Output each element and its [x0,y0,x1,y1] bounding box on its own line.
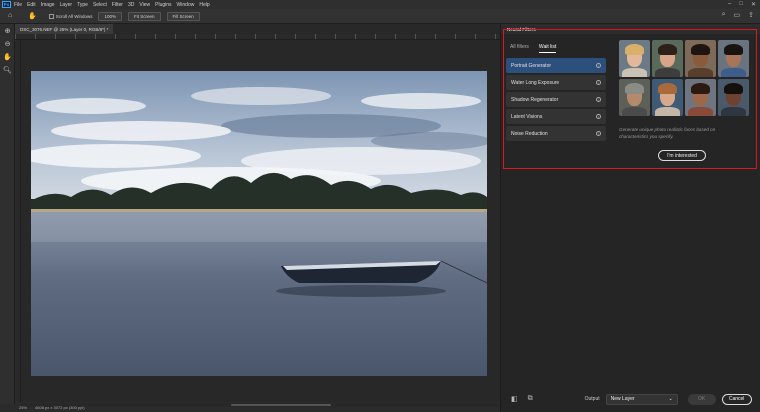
output-select[interactable]: New Layer ⌄ [605,393,678,405]
face-thumbnail [718,79,749,116]
filter-item-label: Portrait Generator [511,62,552,69]
workspace-icon[interactable]: ▭ [734,11,741,19]
minimize-icon[interactable]: – [728,1,731,8]
info-icon[interactable]: i [596,63,601,68]
face-thumbnail [685,40,716,77]
menu-edit[interactable]: Edit [27,2,36,8]
scrollbar-thumb[interactable] [231,404,331,406]
info-icon[interactable]: i [596,80,601,85]
filter-item-label: Shadow Regenerator [511,96,559,103]
zoom-in-icon[interactable]: ⊕ [0,24,15,37]
share-icon[interactable]: ⇪ [748,11,754,19]
output-label: Output [584,396,600,402]
tools-panel: ⊕ ⊖ ✋ 🔍︎ [0,24,15,404]
menu-filter[interactable]: Filter [112,2,123,8]
canvas-area[interactable] [21,40,500,402]
info-icon[interactable]: i [596,131,601,136]
ok-button[interactable]: OK [687,393,716,405]
scroll-all-windows-checkbox[interactable]: Scroll All Windows [48,13,93,19]
im-interested-button[interactable]: I'm interested [658,150,706,161]
face-thumbnail [619,40,650,77]
status-bar: 25% 4608 px x 3072 px (300 ppi) [15,403,215,412]
document-image[interactable] [31,71,487,376]
info-icon[interactable]: i [596,114,601,119]
menu-select[interactable]: Select [93,2,107,8]
photoshop-window: Ps File Edit Image Layer Type Select Fil… [0,0,760,412]
menu-bar: Ps File Edit Image Layer Type Select Fil… [0,0,760,9]
filters-tabs: All filters Wait list [506,40,609,56]
close-icon[interactable]: ✕ [751,1,756,8]
filter-item-portrait-generator[interactable]: Portrait Generator i [506,58,606,73]
menu-window[interactable]: Window [177,2,195,8]
options-bar: ⌂ ✋ Scroll All Windows 100% Fit Screen F… [0,9,760,24]
neural-filters-panel: Neural Filters All filters Wait list Por… [500,24,760,412]
document-tab[interactable]: DSC_3076.NEF @ 25% (Layer 0, RGB/8*) * [15,24,114,34]
filters-list-pane: All filters Wait list Portrait Generator… [506,40,609,180]
window-controls: – □ ✕ [728,1,756,8]
hand-icon[interactable]: ✋ [0,50,15,63]
document-tab-bar: DSC_3076.NEF @ 25% (Layer 0, RGB/8*) * [15,24,500,34]
face-thumbnail [718,40,749,77]
compare-icon[interactable]: ◧ [511,395,518,403]
menu-file[interactable]: File [14,2,22,8]
status-zoom[interactable]: 25% [19,405,27,410]
menu-plugins[interactable]: Plugins [155,2,171,8]
info-icon[interactable]: i [596,97,601,102]
filter-item-shadow-regenerator[interactable]: Shadow Regenerator i [506,92,606,107]
filter-item-latent-visions[interactable]: Latent Visions i [506,109,606,124]
menu-3d[interactable]: 3D [128,2,134,8]
layers-icon[interactable]: ⧉ [528,395,533,403]
cancel-button[interactable]: Cancel [721,393,752,405]
menu-help[interactable]: Help [199,2,209,8]
search-icon[interactable]: ⌕ [722,11,726,19]
face-thumbnail [685,79,716,116]
checkbox-icon [48,13,54,19]
maximize-icon[interactable]: □ [739,1,743,8]
hand-tool-icon[interactable]: ✋ [28,12,37,20]
filter-item-label: Noise Reduction [511,130,548,137]
fit-screen-button[interactable]: Fit Screen [128,11,161,21]
zoom-out-icon[interactable]: ⊖ [0,37,15,50]
filter-item-label: Latent Visions [511,113,543,120]
menu-view[interactable]: View [139,2,150,8]
neural-filters-footer: ◧ ⧉ Output New Layer ⌄ OK Cancel [501,386,760,412]
tab-wait-list[interactable]: Wait list [538,44,557,53]
filter-item-water-long-exposure[interactable]: Water Long Exposure i [506,75,606,90]
filter-detail-pane: Generate unique photo realistic faces ba… [616,40,756,180]
filter-description: Generate unique photo realistic faces ba… [619,127,716,139]
neural-filters-title: Neural Filters [501,24,760,34]
sample-faces-grid [619,40,756,116]
chevron-down-icon: ⌄ [668,396,673,402]
face-thumbnail [619,79,650,116]
magnifier-icon[interactable]: 🔍︎ [0,63,15,76]
options-right: ⌕ ▭ ⇪ [722,11,754,19]
menu-layer[interactable]: Layer [60,2,73,8]
menu-type[interactable]: Type [77,2,88,8]
filter-item-noise-reduction[interactable]: Noise Reduction i [506,126,606,141]
face-thumbnail [652,79,683,116]
status-doc-info: 4608 px x 3072 px (300 ppi) [35,405,85,410]
home-icon[interactable]: ⌂ [8,12,16,20]
scroll-all-windows-label: Scroll All Windows [55,13,93,19]
output-value: New Layer [610,396,635,402]
fill-screen-button[interactable]: Fill Screen [166,11,200,21]
menu-image[interactable]: Image [41,2,55,8]
app-logo: Ps [2,1,11,8]
lake-boat-photo [31,71,487,376]
face-thumbnail [652,40,683,77]
zoom-100-button[interactable]: 100% [98,11,122,21]
filter-item-label: Water Long Exposure [511,79,560,86]
tab-all-filters[interactable]: All filters [510,44,529,52]
